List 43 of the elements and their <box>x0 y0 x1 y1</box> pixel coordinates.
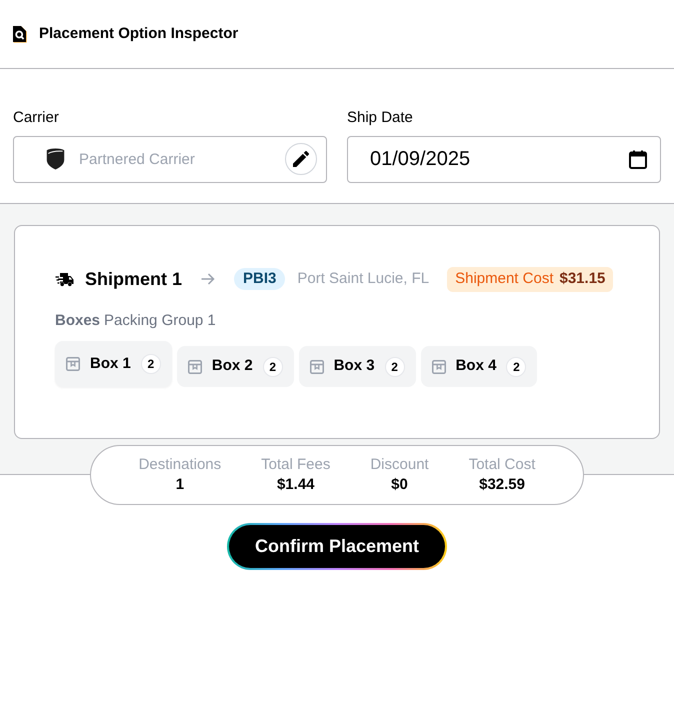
destination-city: Port Saint Lucie, FL <box>297 268 430 289</box>
box-icon <box>188 360 202 374</box>
carrier-field[interactable]: Partnered Carrier <box>13 136 327 183</box>
summary-label: Total Fees <box>261 455 330 475</box>
document-search-icon <box>12 26 29 42</box>
box-icon <box>66 357 80 371</box>
box-chip[interactable]: Box 1 2 <box>55 341 172 387</box>
arrow-right-icon <box>201 273 216 285</box>
box-count-badge: 2 <box>506 356 526 376</box>
box-label: Box 1 <box>90 354 131 374</box>
cost-label: Shipment Cost <box>455 268 554 289</box>
summary-value: $0 <box>391 475 408 495</box>
box-label: Box 2 <box>212 356 253 376</box>
field-label: Carrier <box>13 108 60 128</box>
box-icon <box>310 360 324 374</box>
box-icon <box>432 360 446 374</box>
box-chip[interactable]: Box 2 2 <box>176 346 294 387</box>
pencil-icon <box>293 151 309 167</box>
confirm-placement-button[interactable]: Confirm Placement <box>227 523 447 570</box>
packing-group-name: Packing Group 1 <box>104 310 216 331</box>
destination-code-badge: PBI3 <box>234 268 286 290</box>
shipment-title: Shipment 1 <box>85 268 182 291</box>
summary-label: Total Cost <box>468 455 536 475</box>
box-chip[interactable]: Box 3 2 <box>298 346 416 387</box>
window-title: Placement Option Inspector <box>39 24 238 44</box>
box-label: Box 4 <box>456 356 496 376</box>
calendar-icon <box>629 150 647 169</box>
box-label: Box 3 <box>334 356 375 376</box>
truck-icon <box>55 272 74 286</box>
summary-value: $1.44 <box>276 475 315 495</box>
date-field[interactable]: 01/09/2025 <box>347 136 661 183</box>
field-label: Ship Date <box>347 108 414 128</box>
summary-value: $32.59 <box>479 475 525 495</box>
box-count-badge: 2 <box>384 356 405 376</box>
box-count-badge: 2 <box>140 354 161 374</box>
summary-label: Destinations <box>138 455 222 475</box>
summary-label: Discount <box>370 455 429 475</box>
summary-value: 1 <box>176 475 184 495</box>
box-count-badge: 2 <box>262 356 283 376</box>
shield-icon <box>46 148 65 170</box>
cost-value: $31.15 <box>560 268 606 289</box>
boxes-label: Boxes <box>55 310 100 331</box>
box-chip[interactable]: Box 4 2 <box>420 346 538 387</box>
